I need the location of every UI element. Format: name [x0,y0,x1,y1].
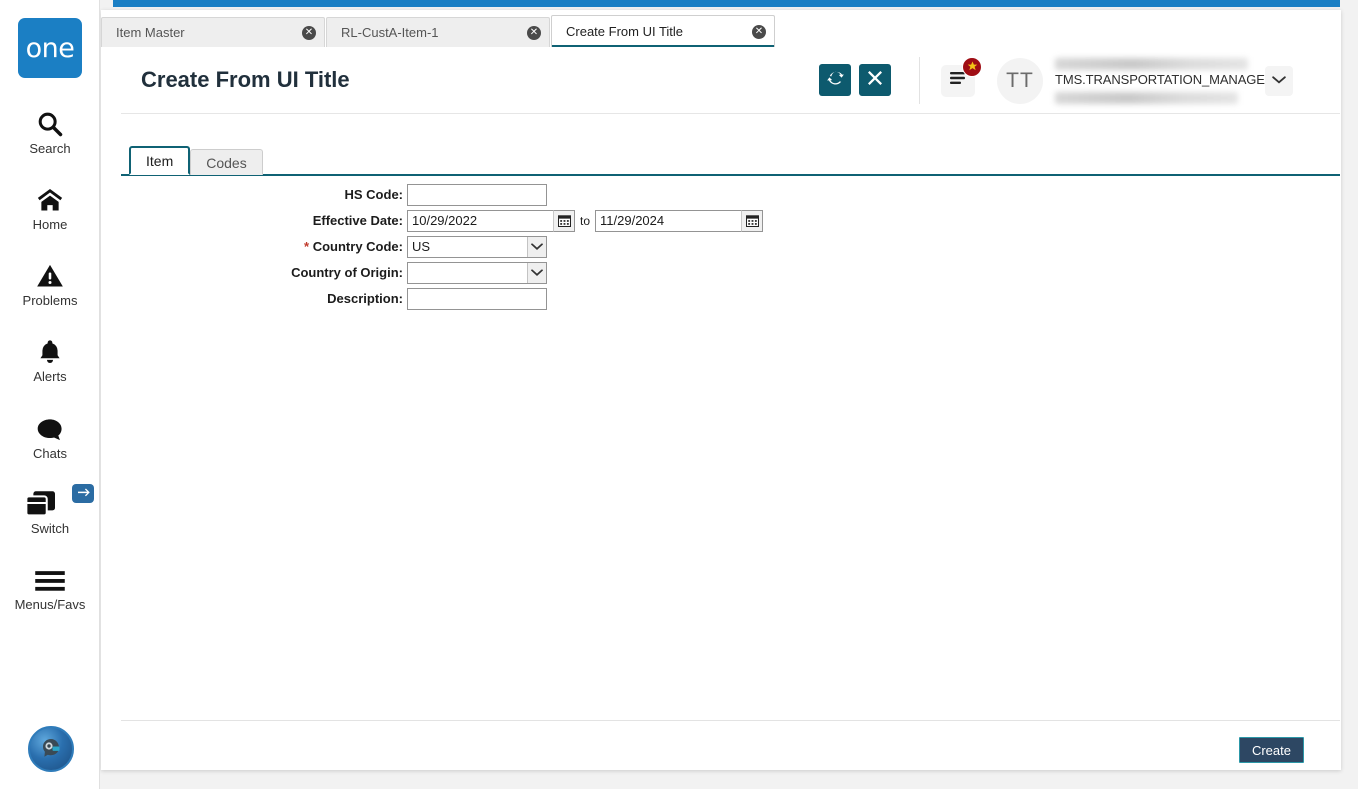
logo-text: one [25,32,75,64]
header-divider [919,57,920,104]
app-root: one Search Home Problems Alerts Chats Sw… [0,0,1358,789]
ai-assistant-avatar-icon[interactable] [28,726,74,772]
country-code-select[interactable]: US [407,235,547,258]
tab-item[interactable]: Item [129,146,191,175]
field-row-country-code: * Country Code: US [121,234,1340,259]
sidebar-item-search[interactable]: Search [0,104,100,156]
country-of-origin-select[interactable] [407,261,547,284]
close-circle-icon[interactable]: ✕ [302,25,316,40]
close-circle-icon[interactable]: ✕ [752,24,766,39]
create-button-label: Create [1251,742,1291,758]
required-marker: * [304,239,310,254]
hs-code-label: HS Code: [344,187,404,202]
one-network-logo[interactable]: one [18,18,82,78]
date-range-join-text: to [580,213,591,228]
effective-date-label: Effective Date: [312,213,403,228]
top-accent-bar [113,0,1340,7]
form-panel: Item Codes HS Code: Effective Date: to [121,114,1340,720]
avatar-initials: TT [1006,68,1034,92]
bell-icon [36,332,64,366]
tab-codes-label: Codes [206,154,247,171]
username-label: TMS.TRANSPORTATION_MANAGER [1055,71,1275,87]
sidebar-item-home[interactable]: Home [0,180,100,232]
window-tab-strip: Item Master ✕ RL-CustA-Item-1 ✕ Create F… [101,15,1340,47]
redacted-line-bottom [1055,91,1238,104]
effective-date-from-calendar-icon[interactable] [553,209,575,232]
country-code-value: US [412,239,431,254]
window-tab-item-master[interactable]: Item Master ✕ [101,17,325,47]
warning-triangle-icon [35,256,65,290]
user-info-block: TMS.TRANSPORTATION_MANAGER [1055,57,1275,104]
country-of-origin-label: Country of Origin: [291,265,403,280]
window-tab-label: Create From UI Title [566,24,684,39]
sidebar-label-home: Home [32,217,68,232]
form-tab-strip: Item Codes [129,146,263,175]
sidebar-item-chats[interactable]: Chats [0,409,100,461]
sidebar-label-problems: Problems [22,293,78,308]
sidebar-item-problems[interactable]: Problems [0,256,100,308]
refresh-button[interactable] [819,64,851,96]
close-circle-icon[interactable]: ✕ [527,25,541,40]
tab-codes[interactable]: Codes [190,149,263,175]
chevron-down-icon [527,262,546,283]
field-row-hs-code: HS Code: [121,182,1340,207]
sidebar-item-alerts[interactable]: Alerts [0,332,100,384]
refresh-icon [826,69,844,91]
effective-date-from-input[interactable] [407,209,553,232]
redacted-line-top [1055,57,1248,70]
sidebar-label-search: Search [29,141,71,156]
home-icon [35,180,65,214]
description-input[interactable] [407,287,547,310]
chevron-down-icon [1272,72,1286,90]
window-tab-label: Item Master [116,25,185,40]
close-page-button[interactable] [859,64,891,96]
switch-windows-icon [0,484,100,518]
search-icon [36,104,64,138]
field-row-effective-date: Effective Date: to [121,208,1340,233]
tab-item-label: Item [146,152,174,169]
create-button[interactable]: Create [1238,737,1304,763]
window-tab-rl-custa-item-1[interactable]: RL-CustA-Item-1 ✕ [326,17,550,47]
hs-code-input[interactable] [407,183,547,206]
sidebar-label-alerts: Alerts [33,369,67,384]
window-tab-create-from-ui-title[interactable]: Create From UI Title ✕ [551,15,775,47]
chevron-down-icon [527,236,546,257]
effective-date-to-input[interactable] [595,209,742,232]
switch-swap-badge-icon[interactable] [72,484,94,503]
header-user-area: TT TMS.TRANSPORTATION_MANAGER [941,47,1293,114]
sidebar-label-switch: Switch [30,521,70,536]
field-row-country-of-origin: Country of Origin: [121,260,1340,285]
chat-bubble-icon [35,409,65,443]
left-nav-rail: one Search Home Problems Alerts Chats Sw… [0,0,100,789]
page-header: Create From UI Title TT TMS.TRANSPORTATI… [121,47,1340,114]
hamburger-icon [34,560,66,594]
list-menu-button[interactable] [941,56,982,97]
form-tab-underline [121,174,1340,176]
country-code-label-text: Country Code: [312,239,403,254]
header-action-buttons [819,64,891,96]
sidebar-item-menus-favs[interactable]: Menus/Favs [0,560,100,612]
country-code-label: * Country Code: [121,239,407,254]
page-title: Create From UI Title [141,67,350,92]
description-label: Description: [327,291,403,306]
form-footer: Create [121,720,1340,770]
item-form: HS Code: Effective Date: to * [121,182,1340,312]
user-dropdown-button[interactable] [1265,65,1293,96]
sidebar-label-chats: Chats [33,446,67,461]
sidebar-item-switch[interactable]: Switch [0,484,100,536]
avatar[interactable]: TT [997,57,1043,104]
star-icon [962,56,982,77]
effective-date-to-calendar-icon[interactable] [741,209,764,232]
window-tab-label: RL-CustA-Item-1 [341,25,439,40]
x-icon [868,70,882,90]
sidebar-label-menus-favs: Menus/Favs [14,597,86,612]
field-row-description: Description: [121,286,1340,311]
